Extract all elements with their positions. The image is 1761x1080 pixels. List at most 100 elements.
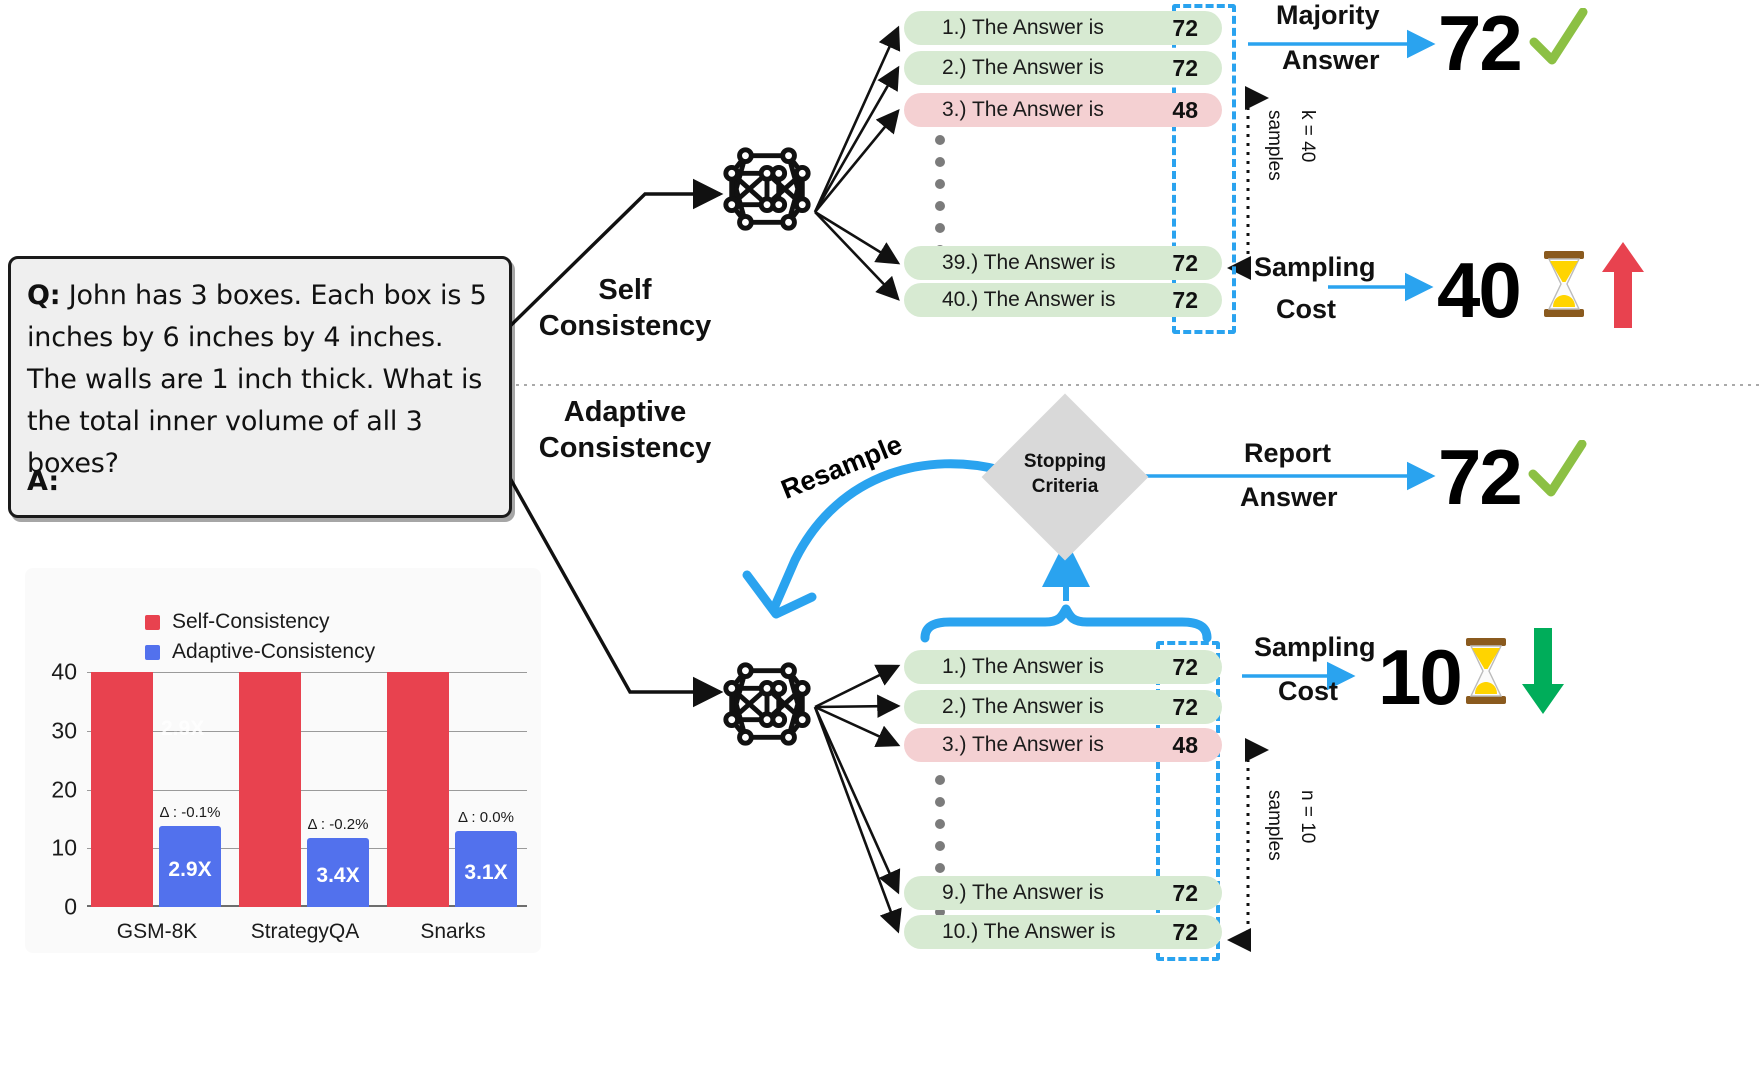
row-value: 72 — [1172, 653, 1198, 680]
row-label: 1.) The Answer is — [942, 16, 1104, 39]
row-label: 1.) The Answer is — [942, 655, 1104, 678]
bar-adaptive-consistency-gsm8k: 2.9X — [159, 826, 221, 907]
row-label: 39.) The Answer is — [942, 251, 1116, 274]
table-row: 3.) The Answer is 48 — [904, 93, 1222, 127]
row-label: 3.) The Answer is — [942, 98, 1104, 121]
table-row: 40.) The Answer is 72 — [904, 283, 1222, 317]
neural-network-icon-bottom — [718, 655, 816, 753]
stopping-criteria-line2: Criteria — [1031, 475, 1099, 497]
answer-prefix: A: — [27, 466, 60, 497]
figure-root: Q: John has 3 boxes. Each box is 5 inche… — [0, 0, 1761, 1080]
row-value: 72 — [1172, 54, 1198, 81]
delta-label-gsm8k: Δ : -0.1% — [159, 804, 221, 821]
row-label: 3.) The Answer is — [942, 733, 1104, 756]
hourglass-icon-top — [1544, 251, 1584, 317]
x-tick-gsm8k: GSM-8K — [116, 920, 198, 943]
n-value-label-bottom: n = 10 — [1297, 790, 1318, 844]
arrow-down-icon — [1522, 628, 1564, 714]
legend-item-self-consistency: Self-Consistency — [145, 610, 375, 634]
y-tick-10: 10 — [51, 834, 77, 861]
report-answer-line2: Answer — [1240, 482, 1338, 512]
bar-value-gsm8k: 2.9X — [168, 858, 212, 881]
row-value: 48 — [1172, 731, 1198, 758]
sampling-cost-line2-bottom: Cost — [1278, 676, 1338, 706]
resample-label: Resample — [776, 429, 907, 505]
chart-plot-area: 40 30 20 10 0 2.9X Δ : -0.1% GSM-8K 3.4X — [51, 659, 527, 943]
y-tick-30: 30 — [51, 717, 77, 744]
majority-answer-value: 72 — [1438, 0, 1523, 87]
sampling-cost-line1-top: Sampling — [1254, 252, 1376, 282]
row-value: 72 — [1172, 693, 1198, 720]
row-label: 2.) The Answer is — [942, 56, 1104, 79]
row-value: 72 — [1172, 918, 1198, 945]
bar-self-consistency-gsm8k — [91, 672, 153, 907]
hourglass-icon-bottom — [1466, 638, 1506, 704]
y-tick-0: 0 — [64, 893, 77, 920]
stopping-criteria-label: Stopping Criteria — [1006, 450, 1124, 499]
row-value: 72 — [1172, 249, 1198, 276]
question-prefix: Q: — [27, 280, 61, 311]
k-value-label-top: k = 40 — [1297, 110, 1318, 163]
table-row: 3.) The Answer is 48 — [904, 728, 1222, 762]
stopping-criteria-line1: Stopping — [1023, 451, 1107, 472]
y-tick-20: 20 — [51, 776, 77, 802]
self-consistency-line1: Self — [598, 274, 652, 306]
chart-legend: Self-Consistency Adaptive-Consistency — [145, 610, 375, 670]
sampling-cost-value-top: 40 — [1437, 246, 1522, 334]
adaptive-consistency-line2: Consistency — [538, 432, 712, 465]
legend-label-self-consistency: Self-Consistency — [172, 610, 330, 633]
table-row: 2.) The Answer is 72 — [904, 690, 1222, 724]
legend-swatch-adaptive-consistency — [145, 644, 160, 660]
self-consistency-line2: Consistency — [538, 310, 712, 343]
x-tick-snarks: Snarks — [420, 920, 486, 943]
check-icon-bottom — [1528, 440, 1587, 497]
check-icon-top — [1529, 8, 1588, 65]
question-text: Q: John has 3 boxes. Each box is 5 inche… — [27, 275, 495, 485]
y-tick-40: 40 — [51, 658, 77, 685]
bar-adaptive-consistency-snarks: 3.1X — [455, 831, 517, 907]
row-label: 9.) The Answer is — [942, 881, 1104, 904]
neural-network-icon-top — [718, 140, 816, 238]
majority-answer-line1: Majority — [1276, 0, 1380, 30]
bar-group-gsm8k: 2.9X Δ : -0.1% GSM-8K — [91, 672, 231, 943]
question-card: Q: John has 3 boxes. Each box is 5 inche… — [8, 256, 512, 518]
report-answer-line1: Report — [1244, 438, 1331, 468]
bar-value-strategyqa: 3.4X — [316, 864, 360, 887]
row-value: 72 — [1172, 879, 1198, 906]
majority-answer-line2: Answer — [1282, 45, 1380, 75]
branch-label-self-consistency: Self Consistency — [535, 272, 715, 345]
bar-self-consistency-snarks — [387, 672, 449, 907]
question-body: John has 3 boxes. Each box is 5 inches b… — [27, 280, 487, 479]
row-label: 2.) The Answer is — [942, 695, 1104, 718]
ghost-bar-value: 2.9X — [161, 717, 205, 740]
table-row: 39.) The Answer is 72 — [904, 246, 1222, 280]
adaptive-consistency-line1: Adaptive — [563, 396, 687, 428]
table-row: 1.) The Answer is 72 — [904, 11, 1222, 45]
x-tick-strategyqa: StrategyQA — [250, 920, 360, 943]
table-row: 1.) The Answer is 72 — [904, 650, 1222, 684]
row-value: 48 — [1172, 96, 1198, 123]
samples-count-label-top: samples — [1264, 110, 1285, 181]
legend-item-adaptive-consistency: Adaptive-Consistency — [145, 640, 375, 664]
sampling-cost-line2-top: Cost — [1276, 294, 1336, 324]
bar-self-consistency-strategyqa — [239, 672, 301, 907]
report-answer-value: 72 — [1438, 433, 1523, 521]
bar-group-strategyqa: 3.4X Δ : -0.2% StrategyQA — [239, 672, 379, 943]
delta-label-snarks: Δ : 0.0% — [458, 809, 514, 826]
row-value: 72 — [1172, 14, 1198, 41]
delta-label-strategyqa: Δ : -0.2% — [307, 816, 369, 833]
table-row: 9.) The Answer is 72 — [904, 876, 1222, 910]
bar-value-snarks: 3.1X — [464, 861, 508, 884]
table-row: 10.) The Answer is 72 — [904, 915, 1222, 949]
branch-label-adaptive-consistency: Adaptive Consistency — [535, 394, 715, 467]
bar-group-snarks: 3.1X Δ : 0.0% Snarks — [387, 672, 527, 943]
bar-adaptive-consistency-strategyqa: 3.4X — [307, 838, 369, 907]
benchmark-bar-chart: Self-Consistency Adaptive-Consistency 40… — [25, 568, 541, 953]
table-row: 2.) The Answer is 72 — [904, 51, 1222, 85]
legend-label-adaptive-consistency: Adaptive-Consistency — [172, 640, 376, 663]
sampling-cost-value-bottom: 10 — [1378, 633, 1463, 721]
answer-column-highlight-bottom — [1156, 641, 1220, 961]
row-label: 10.) The Answer is — [942, 920, 1116, 943]
row-value: 72 — [1172, 286, 1198, 313]
arrow-up-icon — [1602, 242, 1644, 328]
